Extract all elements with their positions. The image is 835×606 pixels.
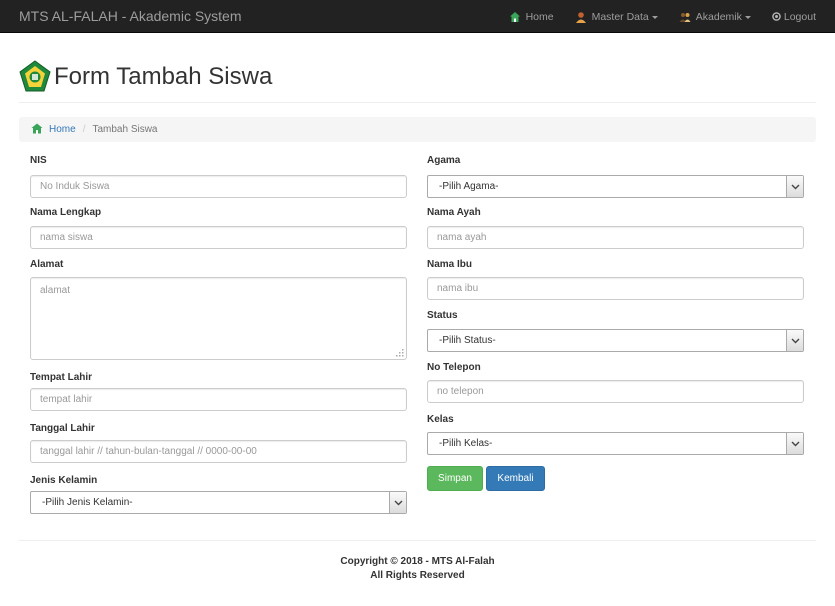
breadcrumb: Home / Tambah Siswa <box>19 117 816 142</box>
chevron-down-icon <box>744 15 751 19</box>
tempat-lahir-label: Tempat Lahir <box>30 372 93 383</box>
nav-akademik[interactable]: Akademik <box>679 11 751 23</box>
breadcrumb-current: Tambah Siswa <box>92 124 158 135</box>
tanggal-lahir-input[interactable]: tanggal lahir // tahun-bulan-tanggal // … <box>30 440 407 463</box>
kembali-button[interactable]: Kembali <box>486 466 545 491</box>
jenis-kelamin-group: Jenis Kelamin -Pilih Jenis Kelamin- <box>30 475 407 514</box>
nama-ayah-label: Nama Ayah <box>427 207 481 218</box>
brand-title[interactable]: MTS AL-FALAH - Akademic System <box>19 8 242 24</box>
footer-divider <box>19 540 816 541</box>
jenis-kelamin-select[interactable]: -Pilih Jenis Kelamin- <box>30 491 407 514</box>
status-label: Status <box>427 310 458 321</box>
status-select[interactable]: -Pilih Status- <box>427 329 804 352</box>
alamat-textarea[interactable]: alamat <box>30 277 407 360</box>
footer: Copyright © 2018 - MTS Al-Falah All Righ… <box>0 555 835 583</box>
nama-ayah-input[interactable]: nama ayah <box>427 226 804 249</box>
jenis-kelamin-selected: -Pilih Jenis Kelamin- <box>42 497 133 508</box>
nama-ibu-label: Nama Ibu <box>427 259 473 270</box>
agama-selected: -Pilih Agama- <box>439 181 499 192</box>
nama-input[interactable]: nama siswa <box>30 226 407 249</box>
kelas-selected: -Pilih Kelas- <box>439 438 493 449</box>
page-title: Form Tambah Siswa <box>54 63 273 90</box>
nama-ayah-group: Nama Ayah nama ayah <box>427 207 804 249</box>
tanggal-lahir-group: Tanggal Lahir tanggal lahir // tahun-bul… <box>30 423 407 463</box>
alamat-placeholder: alamat <box>40 285 71 296</box>
nama-ibu-group: Nama Ibu nama ibu <box>427 259 804 300</box>
top-navbar: MTS AL-FALAH - Akademic System Home Mast… <box>0 0 835 33</box>
breadcrumb-home-link[interactable]: Home <box>49 124 76 135</box>
nis-input[interactable]: No Induk Siswa <box>30 175 407 198</box>
breadcrumb-separator: / <box>82 124 86 135</box>
telepon-group: No Telepon no telepon <box>427 362 804 403</box>
resize-handle-icon[interactable] <box>394 347 404 357</box>
chevron-down-icon[interactable] <box>786 176 803 197</box>
agama-label: Agama <box>427 155 461 166</box>
users-icon <box>679 11 691 23</box>
chevron-down-icon[interactable] <box>786 433 803 454</box>
simpan-button[interactable]: Simpan <box>427 466 483 491</box>
alamat-label: Alamat <box>30 259 64 270</box>
tempat-lahir-group: Tempat Lahir tempat lahir <box>30 372 407 411</box>
status-selected: -Pilih Status- <box>439 335 496 346</box>
footer-copyright: Copyright © 2018 - MTS Al-Falah <box>340 556 495 567</box>
nav-master-data-label: Master Data <box>591 10 649 23</box>
jenis-kelamin-label: Jenis Kelamin <box>30 475 98 486</box>
nama-group: Nama Lengkap nama siswa <box>30 207 407 249</box>
nav-home-label: Home <box>525 10 554 23</box>
tanggal-lahir-label: Tanggal Lahir <box>30 423 95 434</box>
footer-rights: All Rights Reserved <box>370 570 465 581</box>
home-icon <box>509 11 521 23</box>
nav-menu: Home Master Data Akademik Logout <box>488 0 816 33</box>
school-logo-icon <box>19 60 51 94</box>
user-icon <box>575 11 587 23</box>
home-icon <box>31 123 43 137</box>
chevron-down-icon[interactable] <box>786 330 803 351</box>
nav-logout[interactable]: Logout <box>772 11 816 23</box>
chevron-down-icon <box>651 15 658 19</box>
agama-group: Agama -Pilih Agama- <box>427 155 804 198</box>
kelas-select[interactable]: -Pilih Kelas- <box>427 432 804 455</box>
telepon-input[interactable]: no telepon <box>427 380 804 403</box>
alamat-group: Alamat alamat <box>30 259 407 360</box>
status-group: Status -Pilih Status- <box>427 310 804 352</box>
power-icon <box>772 12 781 21</box>
nama-label: Nama Lengkap <box>30 207 102 218</box>
agama-select[interactable]: -Pilih Agama- <box>427 175 804 198</box>
nav-logout-label: Logout <box>783 10 816 23</box>
nav-home[interactable]: Home <box>509 11 554 23</box>
telepon-label: No Telepon <box>427 362 481 373</box>
nav-akademik-label: Akademik <box>695 10 742 23</box>
nis-group: NIS No Induk Siswa <box>30 155 407 198</box>
nama-ibu-input[interactable]: nama ibu <box>427 277 804 300</box>
kelas-group: Kelas -Pilih Kelas- <box>427 414 804 455</box>
chevron-down-icon[interactable] <box>389 492 406 513</box>
nav-master-data[interactable]: Master Data <box>575 11 658 23</box>
page-header: Form Tambah Siswa <box>19 60 816 103</box>
tempat-lahir-input[interactable]: tempat lahir <box>30 388 407 411</box>
nis-label: NIS <box>30 155 47 166</box>
kelas-label: Kelas <box>427 414 454 425</box>
